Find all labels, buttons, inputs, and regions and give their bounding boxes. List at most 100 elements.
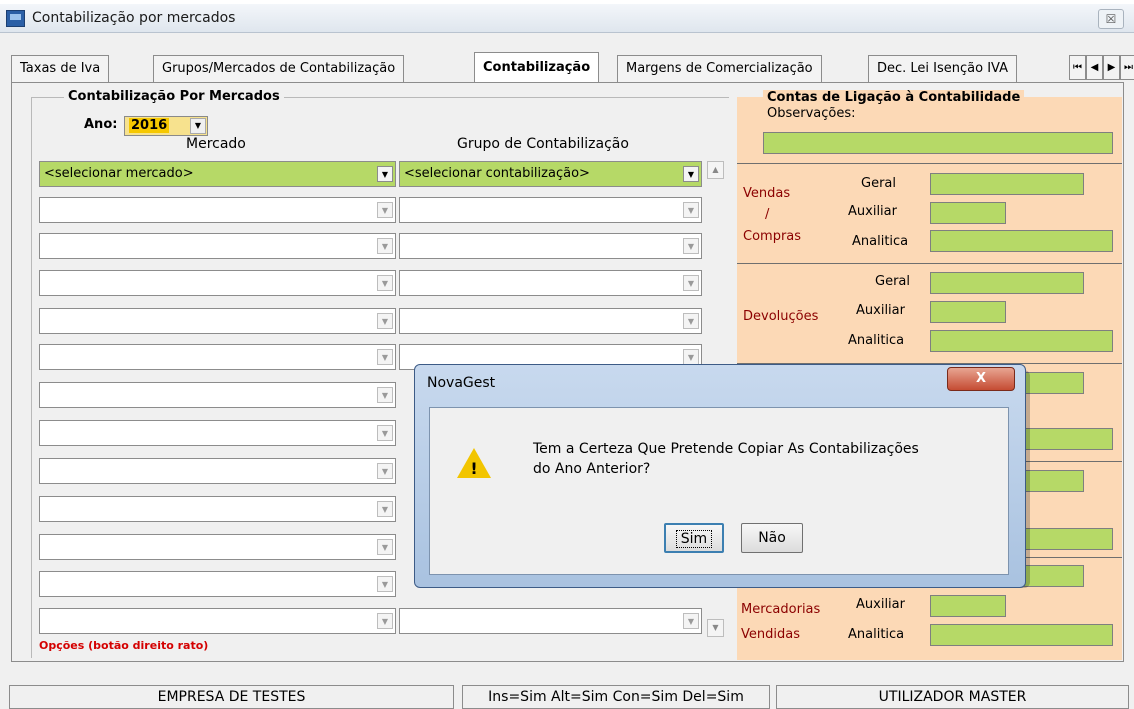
chevron-down-icon[interactable]: ▼ bbox=[683, 349, 699, 365]
right-group-title: Contas de Ligação à Contabilidade bbox=[763, 90, 1025, 105]
no-button[interactable]: Não bbox=[741, 523, 803, 553]
mercado-combo[interactable]: ▼ bbox=[39, 458, 396, 484]
chevron-down-icon[interactable]: ▼ bbox=[377, 387, 393, 403]
dialog-close-button[interactable]: X bbox=[947, 367, 1015, 391]
tab-scroll-nav: ⏮ ◀ ▶ ⏭ bbox=[1069, 55, 1134, 80]
ano-combo[interactable]: 2016 ▼ bbox=[124, 116, 208, 136]
mercado-combo[interactable]: ▼ bbox=[39, 608, 396, 634]
chevron-down-icon[interactable]: ▼ bbox=[683, 613, 699, 629]
mercado-combo[interactable]: <selecionar mercado> ▼ bbox=[39, 161, 396, 187]
mercado-combo[interactable]: ▼ bbox=[39, 197, 396, 223]
tab-first-icon[interactable]: ⏮ bbox=[1069, 55, 1086, 80]
grupo-combo[interactable]: ▼ bbox=[399, 308, 702, 334]
auxiliar-label: Auxiliar bbox=[848, 204, 897, 219]
dialog-title: NovaGest bbox=[427, 375, 496, 391]
mercado-combo[interactable]: ▼ bbox=[39, 233, 396, 259]
grupo-combo[interactable]: <selecionar contabilização> ▼ bbox=[399, 161, 702, 187]
analitica-label: Analitica bbox=[848, 333, 905, 348]
vendas-analitica-field[interactable] bbox=[930, 230, 1113, 252]
warning-icon-mark: ! bbox=[470, 459, 478, 478]
mercado-combo[interactable]: ▼ bbox=[39, 496, 396, 522]
devolucoes-geral-field[interactable] bbox=[930, 272, 1084, 294]
slash-label: / bbox=[765, 207, 770, 222]
tab-margens-comercializacao[interactable]: Margens de Comercialização bbox=[617, 55, 822, 82]
devolucoes-label: Devoluções bbox=[743, 309, 819, 324]
confirm-dialog: NovaGest X ! Tem a Certeza Que Pretende … bbox=[414, 364, 1026, 588]
chevron-down-icon[interactable]: ▼ bbox=[377, 166, 393, 182]
chevron-down-icon[interactable]: ▼ bbox=[377, 539, 393, 555]
chevron-down-icon[interactable]: ▼ bbox=[683, 275, 699, 291]
mercado-combo[interactable]: ▼ bbox=[39, 571, 396, 597]
dialog-message-line2: do Ano Anterior? bbox=[533, 461, 651, 477]
chevron-down-icon[interactable]: ▼ bbox=[190, 118, 206, 134]
mercado-combo[interactable]: ▼ bbox=[39, 344, 396, 370]
tab-contabilizacao[interactable]: Contabilização bbox=[474, 52, 600, 83]
observacoes-label: Observações: bbox=[767, 106, 856, 121]
mercado-combo[interactable]: ▼ bbox=[39, 270, 396, 296]
devolucoes-auxiliar-field[interactable] bbox=[930, 301, 1006, 323]
tab-taxas-iva[interactable]: Taxas de Iva bbox=[11, 55, 110, 82]
chevron-down-icon[interactable]: ▼ bbox=[683, 202, 699, 218]
chevron-down-icon[interactable]: ▼ bbox=[377, 275, 393, 291]
dialog-body: ! Tem a Certeza Que Pretende Copiar As C… bbox=[429, 407, 1009, 575]
chevron-down-icon[interactable]: ▼ bbox=[683, 238, 699, 254]
chevron-down-icon[interactable]: ▼ bbox=[683, 313, 699, 329]
vendas-auxiliar-field[interactable] bbox=[930, 202, 1006, 224]
chevron-down-icon[interactable]: ▼ bbox=[377, 501, 393, 517]
left-group-title: Contabilização Por Mercados bbox=[64, 89, 284, 104]
tab-prev-icon[interactable]: ◀ bbox=[1086, 55, 1103, 80]
analitica-label: Analitica bbox=[852, 234, 909, 249]
geral-label: Geral bbox=[861, 176, 896, 191]
vendidas-label: Vendidas bbox=[741, 627, 800, 642]
geral-label: Geral bbox=[875, 274, 910, 289]
tab-dec-lei-isencao[interactable]: Dec. Lei Isenção IVA bbox=[868, 55, 1018, 82]
vendas-label: Vendas bbox=[743, 186, 791, 201]
chevron-down-icon[interactable]: ▼ bbox=[377, 202, 393, 218]
auxiliar-label: Auxiliar bbox=[856, 597, 905, 612]
chevron-down-icon[interactable]: ▼ bbox=[377, 425, 393, 441]
mercado-combo[interactable]: ▼ bbox=[39, 420, 396, 446]
tab-next-icon[interactable]: ▶ bbox=[1103, 55, 1120, 80]
devolucoes-analitica-field[interactable] bbox=[930, 330, 1113, 352]
analitica-label: Analitica bbox=[848, 627, 905, 642]
chevron-down-icon[interactable]: ▼ bbox=[377, 463, 393, 479]
window-close-button[interactable]: ☒ bbox=[1098, 9, 1124, 29]
chevron-down-icon[interactable]: ▼ bbox=[377, 349, 393, 365]
col-header-grupo: Grupo de Contabilização bbox=[457, 136, 629, 152]
chevron-down-icon[interactable]: ▼ bbox=[377, 313, 393, 329]
grupo-combo[interactable]: ▼ bbox=[399, 197, 702, 223]
status-empresa: EMPRESA DE TESTES bbox=[9, 685, 454, 709]
tab-grupos-mercados[interactable]: Grupos/Mercados de Contabilização bbox=[153, 55, 405, 82]
window-title: Contabilização por mercados bbox=[32, 10, 236, 26]
yes-button[interactable]: Sim bbox=[664, 523, 724, 553]
dialog-message-line1: Tem a Certeza Que Pretende Copiar As Con… bbox=[533, 441, 919, 457]
ano-label: Ano: bbox=[84, 117, 118, 132]
separator bbox=[737, 263, 1122, 264]
tab-last-icon[interactable]: ⏭ bbox=[1120, 55, 1134, 80]
ano-value: 2016 bbox=[129, 118, 170, 133]
opcoes-hint: Opções (botão direito rato) bbox=[39, 639, 209, 652]
mercado-combo[interactable]: ▼ bbox=[39, 308, 396, 334]
grupo-value: <selecionar contabilização> bbox=[404, 166, 590, 181]
auxiliar-label: Auxiliar bbox=[856, 303, 905, 318]
cmv-auxiliar-field[interactable] bbox=[930, 595, 1006, 617]
grupo-combo[interactable]: ▼ bbox=[399, 608, 702, 634]
mercado-value: <selecionar mercado> bbox=[44, 166, 194, 181]
chevron-down-icon[interactable]: ▼ bbox=[377, 576, 393, 592]
chevron-down-icon[interactable]: ▼ bbox=[377, 238, 393, 254]
scroll-down-icon[interactable]: ▼ bbox=[707, 619, 724, 637]
mercado-combo[interactable]: ▼ bbox=[39, 534, 396, 560]
mercadorias-label: Mercadorias bbox=[741, 602, 821, 617]
col-header-mercado: Mercado bbox=[186, 136, 246, 152]
chevron-down-icon[interactable]: ▼ bbox=[683, 166, 699, 182]
observacoes-field[interactable] bbox=[763, 132, 1113, 154]
chevron-down-icon[interactable]: ▼ bbox=[377, 613, 393, 629]
mercado-combo[interactable]: ▼ bbox=[39, 382, 396, 408]
dialog-message: Tem a Certeza Que Pretende Copiar As Con… bbox=[533, 439, 993, 479]
grupo-combo[interactable]: ▼ bbox=[399, 270, 702, 296]
vendas-geral-field[interactable] bbox=[930, 173, 1084, 195]
cmv-analitica-field[interactable] bbox=[930, 624, 1113, 646]
scroll-up-icon[interactable]: ▲ bbox=[707, 161, 724, 179]
compras-label: Compras bbox=[743, 229, 802, 244]
grupo-combo[interactable]: ▼ bbox=[399, 233, 702, 259]
